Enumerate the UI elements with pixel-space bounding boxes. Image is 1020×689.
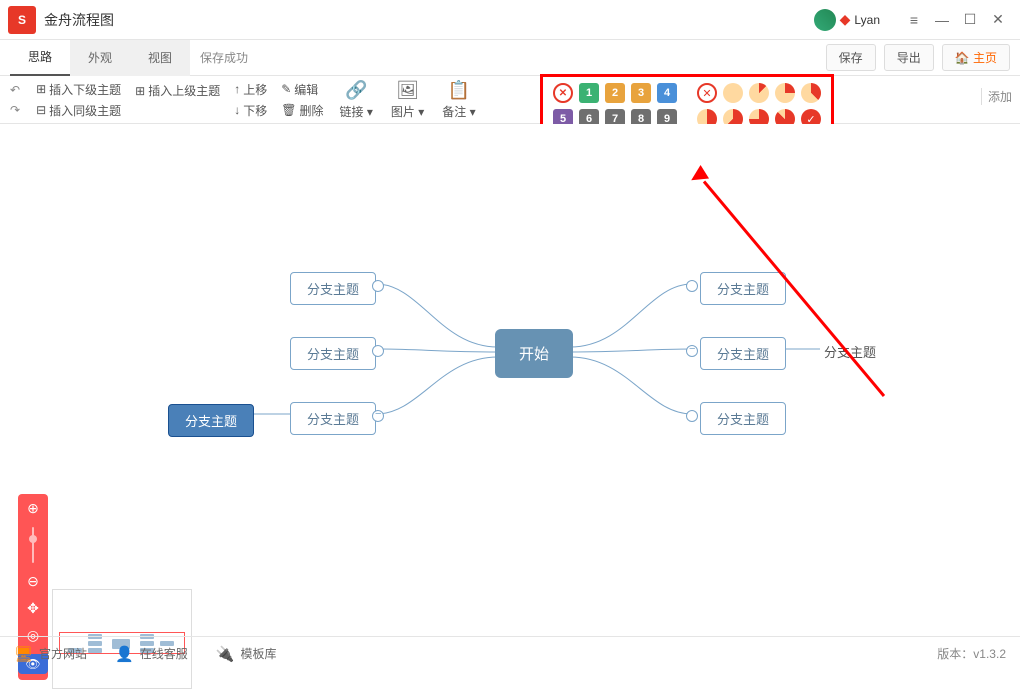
menu-icon[interactable]: ≡ (900, 6, 928, 34)
footer-site[interactable]: 🖥官方网站 (14, 645, 87, 663)
conn-l1[interactable] (372, 280, 384, 292)
marker-3[interactable]: 3 (631, 83, 651, 103)
plug-icon: 🔌 (216, 645, 235, 663)
marker-clear-1[interactable]: ✕ (553, 83, 573, 103)
link-button[interactable]: 🔗链接 ▾ (339, 80, 372, 120)
image-icon: 🖼 (396, 80, 419, 101)
node-l3-child[interactable]: 分支主题 (168, 404, 254, 437)
tab-view[interactable]: 视图 (130, 40, 190, 76)
node-r3[interactable]: 分支主题 (700, 402, 786, 435)
app-logo: S (8, 6, 36, 34)
username[interactable]: Lyan (854, 13, 880, 27)
monitor-icon: 🖥 (14, 645, 33, 663)
insert-sibling-topic[interactable]: ⊟ 插入同级主题 (36, 102, 121, 119)
add-field[interactable]: 添加 (981, 88, 1012, 105)
titlebar: S 金舟流程图 ◆ Lyan ≡ — ☐ ✕ (0, 0, 1020, 40)
app-title: 金舟流程图 (44, 10, 814, 30)
progress-clear[interactable]: ✕ (697, 83, 717, 103)
node-r1[interactable]: 分支主题 (700, 272, 786, 305)
progress-0[interactable] (723, 83, 743, 103)
canvas[interactable]: 开始 分支主题 分支主题 分支主题 分支主题 分支主题 分支主题 分支主题 分支… (0, 124, 1020, 594)
save-button[interactable]: 保存 (826, 44, 876, 71)
toolbar: ↶ ↷ ⊞ 插入下级主题 ⊟ 插入同级主题 ⊞ 插入上级主题 ↑ 上移 ↓ 下移… (0, 76, 1020, 124)
move-down[interactable]: ↓ 下移 (234, 102, 267, 119)
edit-button[interactable]: ✎ 编辑 (281, 81, 323, 98)
conn-l2[interactable] (372, 345, 384, 357)
home-button[interactable]: 🏠 主页 (942, 44, 1010, 71)
footer-templates[interactable]: 🔌模板库 (216, 645, 277, 663)
export-button[interactable]: 导出 (884, 44, 934, 71)
conn-r1[interactable] (686, 280, 698, 292)
maximize-icon[interactable]: ☐ (956, 6, 984, 34)
conn-r3[interactable] (686, 410, 698, 422)
zoom-slider[interactable] (32, 527, 34, 563)
delete-button[interactable]: 🗑 删除 (281, 102, 323, 119)
zoom-in-icon[interactable]: ⊕ (27, 500, 39, 517)
conn-l3[interactable] (372, 410, 384, 422)
vip-icon: ◆ (840, 11, 851, 28)
progress-12[interactable] (749, 83, 769, 103)
move-up[interactable]: ↑ 上移 (234, 81, 267, 98)
version-label: 版本：v1.3.2 (937, 645, 1006, 662)
marker-1[interactable]: 1 (579, 83, 599, 103)
note-icon: 📋 (448, 80, 470, 101)
close-icon[interactable]: ✕ (984, 6, 1012, 34)
marker-4[interactable]: 4 (657, 83, 677, 103)
redo-icon[interactable]: ↷ (10, 103, 20, 117)
node-l3[interactable]: 分支主题 (290, 402, 376, 435)
tabbar: 思路 外观 视图 保存成功 保存 导出 🏠 主页 (0, 40, 1020, 76)
node-r2[interactable]: 分支主题 (700, 337, 786, 370)
node-l2[interactable]: 分支主题 (290, 337, 376, 370)
node-l1[interactable]: 分支主题 (290, 272, 376, 305)
minimize-icon[interactable]: — (928, 6, 956, 34)
home-label: 主页 (973, 51, 997, 65)
tab-mindmap[interactable]: 思路 (10, 40, 70, 76)
footer-service[interactable]: 👤在线客服 (115, 645, 188, 663)
avatar[interactable] (814, 9, 836, 31)
image-button[interactable]: 🖼图片 ▾ (391, 80, 424, 120)
marker-2[interactable]: 2 (605, 83, 625, 103)
insert-sub-topic[interactable]: ⊞ 插入下级主题 (36, 81, 121, 98)
fit-icon[interactable]: ✥ (27, 600, 39, 617)
headset-icon: 👤 (115, 645, 134, 663)
conn-r2[interactable] (686, 345, 698, 357)
footer: 🖥官方网站 👤在线客服 🔌模板库 版本：v1.3.2 (0, 636, 1020, 670)
save-status: 保存成功 (200, 49, 248, 66)
tab-appearance[interactable]: 外观 (70, 40, 130, 76)
link-icon: 🔗 (345, 80, 367, 101)
note-button[interactable]: 📋备注 ▾ (442, 80, 475, 120)
insert-sup-topic[interactable]: ⊞ 插入上级主题 (135, 82, 220, 99)
undo-icon[interactable]: ↶ (10, 83, 20, 97)
progress-37[interactable] (801, 83, 821, 103)
zoom-out-icon[interactable]: ⊖ (27, 573, 39, 590)
node-center[interactable]: 开始 (495, 329, 573, 378)
progress-25[interactable] (775, 83, 795, 103)
